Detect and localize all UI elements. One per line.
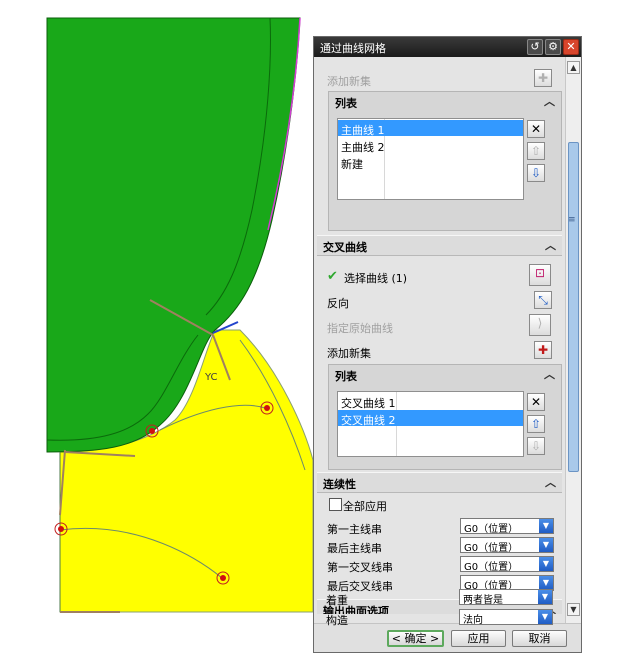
check-icon: ✔ bbox=[327, 269, 338, 284]
select-curve-label[interactable]: 选择曲线 (1) bbox=[344, 270, 407, 286]
add-new-set-label: 添加新集 bbox=[327, 347, 371, 360]
scrollbar-thumb[interactable] bbox=[568, 142, 579, 472]
curve-mesh-dialog: 通过曲线网格 ↺ ⚙ ✕ 添加新集 ✚ 列表 ︿ 主曲线 1 主曲线 2 新建 … bbox=[313, 36, 582, 653]
primary-list-header[interactable]: 列表 ︿ bbox=[329, 92, 561, 110]
collapse-chevron-icon[interactable]: ︿ bbox=[545, 237, 556, 253]
reverse-direction-icon[interactable]: ⤡ bbox=[534, 291, 552, 309]
cross-curves-section-header[interactable]: 交叉曲线 ︿ bbox=[317, 235, 562, 256]
collapse-chevron-icon[interactable]: ︿ bbox=[545, 474, 556, 490]
yc-axis-label: YC bbox=[204, 372, 218, 383]
last-cross-label: 最后交叉线串 bbox=[327, 580, 393, 593]
cross-list-title: 列表 bbox=[335, 370, 357, 383]
grip-icon: ≡ bbox=[568, 215, 576, 225]
first-primary-select[interactable]: G0（位置） ▼ bbox=[460, 518, 554, 535]
first-primary-label: 第一主线串 bbox=[327, 523, 382, 536]
continuity-title: 连续性 bbox=[323, 478, 356, 491]
remove-x-icon[interactable]: ✕ bbox=[527, 393, 545, 411]
dialog-title: 通过曲线网格 bbox=[320, 42, 386, 55]
move-down-icon[interactable]: ⇩ bbox=[527, 437, 545, 455]
collapse-chevron-icon[interactable]: ︿ bbox=[544, 366, 555, 382]
close-icon[interactable]: ✕ bbox=[563, 39, 579, 55]
cancel-button[interactable]: 取消 bbox=[512, 630, 567, 647]
reset-icon[interactable]: ↺ bbox=[527, 39, 543, 55]
list-item[interactable]: 主曲线 2 bbox=[338, 137, 523, 154]
last-cross-select[interactable]: G0（位置） ▼ bbox=[460, 575, 554, 592]
origin-curve-icon[interactable]: ⟩ bbox=[529, 314, 551, 336]
collapse-chevron-icon[interactable]: ︿ bbox=[544, 93, 555, 109]
primary-list-title: 列表 bbox=[335, 97, 357, 110]
gear-icon[interactable]: ⚙ bbox=[545, 39, 561, 55]
chevron-down-icon[interactable]: ▼ bbox=[539, 519, 553, 533]
last-primary-select[interactable]: G0（位置） ▼ bbox=[460, 537, 554, 554]
ok-button[interactable]: < 确定 > bbox=[387, 630, 444, 647]
list-item[interactable]: 交叉曲线 1 bbox=[338, 393, 523, 410]
add-new-set-icon[interactable]: ✚ bbox=[534, 341, 552, 359]
add-new-set-primary-label: 添加新集 bbox=[327, 75, 371, 88]
cross-list-header[interactable]: 列表 ︿ bbox=[329, 365, 561, 383]
chevron-down-icon[interactable]: ▼ bbox=[539, 557, 553, 571]
dialog-button-bar: < 确定 > 应用 取消 bbox=[314, 623, 581, 652]
scroll-up-icon[interactable]: ▲ bbox=[567, 61, 580, 74]
continuity-section-header[interactable]: 连续性 ︿ bbox=[317, 472, 562, 493]
output-options-title: 输出曲面选项 bbox=[323, 605, 389, 614]
chevron-down-icon[interactable]: ▼ bbox=[539, 576, 553, 590]
primary-curve-list[interactable]: 主曲线 1 主曲线 2 新建 bbox=[337, 118, 524, 200]
dialog-titlebar[interactable]: 通过曲线网格 ↺ ⚙ ✕ bbox=[314, 37, 581, 57]
reverse-label: 反向 bbox=[327, 297, 349, 310]
select-curve-icon[interactable]: ⊡ bbox=[529, 264, 551, 286]
first-cross-select[interactable]: G0（位置） ▼ bbox=[460, 556, 554, 573]
list-item[interactable]: 主曲线 1 bbox=[338, 120, 523, 137]
last-primary-label: 最后主线串 bbox=[327, 542, 382, 555]
add-new-set-primary-icon[interactable]: ✚ bbox=[534, 69, 552, 87]
cross-curve-list[interactable]: 交叉曲线 1 交叉曲线 2 bbox=[337, 391, 524, 457]
move-up-icon[interactable]: ⇧ bbox=[527, 142, 545, 160]
cross-list-group: 列表 ︿ 交叉曲线 1 交叉曲线 2 ✕ ⇧ ⇩ bbox=[328, 364, 562, 470]
chevron-down-icon[interactable]: ▼ bbox=[539, 538, 553, 552]
collapse-chevron-icon[interactable]: ︿ bbox=[545, 601, 556, 614]
output-options-section-header[interactable]: 输出曲面选项 ︿ bbox=[317, 599, 562, 614]
dialog-scrollbar[interactable]: ▲ ≡ ▼ bbox=[565, 57, 581, 623]
apply-button[interactable]: 应用 bbox=[451, 630, 506, 647]
list-item[interactable]: 交叉曲线 2 bbox=[338, 410, 523, 427]
apply-all-label: 全部应用 bbox=[343, 500, 387, 513]
primary-list-group: 列表 ︿ 主曲线 1 主曲线 2 新建 ✕ ⇧ ⇩ bbox=[328, 91, 562, 231]
move-down-icon[interactable]: ⇩ bbox=[527, 164, 545, 182]
specify-origin-curve-label: 指定原始曲线 bbox=[327, 322, 393, 335]
move-up-icon[interactable]: ⇧ bbox=[527, 415, 545, 433]
remove-x-icon[interactable]: ✕ bbox=[527, 120, 545, 138]
dialog-content: 添加新集 ✚ 列表 ︿ 主曲线 1 主曲线 2 新建 ✕ ⇧ ⇩ 交叉曲线 ︿ … bbox=[314, 57, 565, 614]
list-item[interactable]: 新建 bbox=[338, 154, 523, 171]
apply-all-checkbox[interactable] bbox=[329, 498, 342, 511]
first-cross-label: 第一交叉线串 bbox=[327, 561, 393, 574]
scroll-down-icon[interactable]: ▼ bbox=[567, 603, 580, 616]
cross-curves-title: 交叉曲线 bbox=[323, 241, 367, 254]
